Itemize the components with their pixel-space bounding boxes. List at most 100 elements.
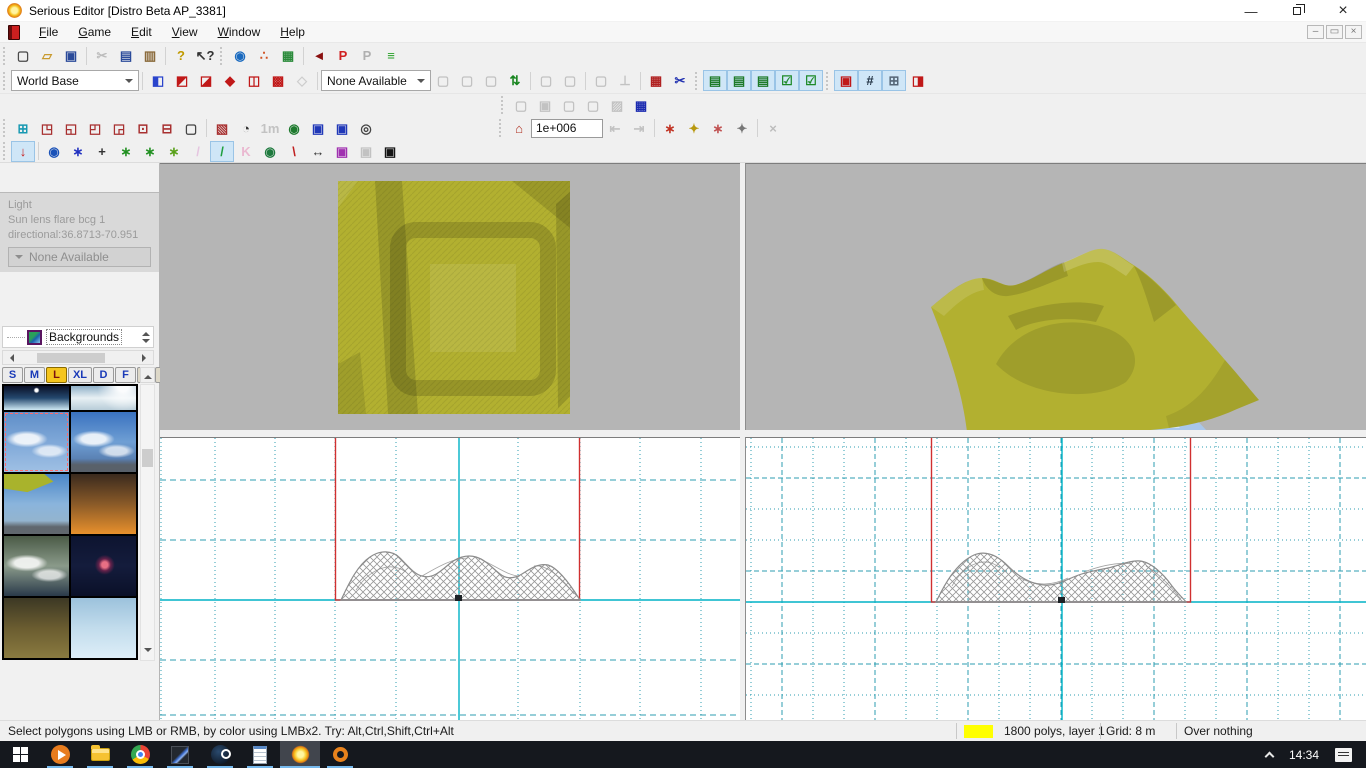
thumbnail-sky-sunset-orange[interactable] xyxy=(71,474,136,534)
thumbnail-sky-dusk-olive[interactable] xyxy=(4,598,69,658)
size-button-m[interactable]: M xyxy=(24,367,45,383)
far-clip-distance-field[interactable]: 1e+006 xyxy=(531,118,603,138)
copy-mapping-button[interactable]: ▢ xyxy=(534,70,558,91)
size-button-l[interactable]: L xyxy=(46,367,67,383)
taskbar-icon-serious-editor[interactable] xyxy=(280,741,320,768)
close-button[interactable]: × xyxy=(1320,0,1366,22)
paste-shadows-button[interactable]: ▣ xyxy=(533,95,557,116)
csg-add-reverse-button[interactable]: ◪ xyxy=(194,70,218,91)
spawn-effect-2-button[interactable]: ✦ xyxy=(682,118,706,139)
world-backdrop-button[interactable]: ▦ xyxy=(276,45,300,66)
spawn-effect-1-button[interactable]: ∗ xyxy=(658,118,682,139)
browser-horizontal-scrollbar[interactable] xyxy=(2,350,154,365)
copy-shadows-button[interactable]: ▢ xyxy=(509,95,533,116)
new-world-button[interactable]: ▢ xyxy=(11,45,35,66)
deselect-all-button[interactable]: ∗ xyxy=(66,141,90,162)
calc-shadows-button[interactable]: ▢ xyxy=(557,95,581,116)
anchor-entities-button[interactable]: + xyxy=(90,141,114,162)
viewport-splitter-horizontal[interactable] xyxy=(160,430,1366,437)
drop-to-floor-button[interactable]: ↓ xyxy=(11,140,35,162)
edit-shadows-button[interactable]: ▨ xyxy=(605,95,629,116)
add-vertex-up-button[interactable]: ◳ xyxy=(35,118,59,139)
selection-combo[interactable]: None Available xyxy=(8,247,151,267)
thumbnail-sky-blue-clouds[interactable] xyxy=(71,412,136,472)
add-vertex-down-button[interactable]: ◱ xyxy=(59,118,83,139)
texture-combo[interactable]: None Available xyxy=(321,70,431,91)
link-mode-off-button[interactable]: / xyxy=(186,141,210,162)
mdi-restore-button[interactable]: ▭ xyxy=(1326,25,1343,39)
restore-button[interactable] xyxy=(1274,0,1320,22)
scroll-right-icon[interactable] xyxy=(142,353,150,362)
far-clip-marker-button[interactable]: ⌂ xyxy=(507,118,531,139)
mdi-minimize-button[interactable]: – xyxy=(1307,25,1324,39)
toolbar-grip[interactable] xyxy=(3,142,6,160)
world-grid-button[interactable]: ⊞ xyxy=(11,118,35,139)
size-button-d[interactable]: D xyxy=(93,367,114,383)
box-select-purple-button[interactable]: ▣ xyxy=(330,141,354,162)
snapshot-camera-button[interactable]: ◉ xyxy=(282,118,306,139)
corner-brush-button[interactable]: ⊟ xyxy=(155,118,179,139)
size-button-f[interactable]: F xyxy=(115,367,136,383)
drop-primitive-button[interactable]: ◧ xyxy=(146,70,170,91)
auto-apply-on-button[interactable]: ☑ xyxy=(775,70,799,91)
toolbar-grip[interactable] xyxy=(826,71,829,90)
sector-mode-button[interactable]: ▣ xyxy=(834,70,858,91)
tree-item-backgrounds[interactable]: Backgrounds xyxy=(46,329,123,345)
context-help-button[interactable]: ↖? xyxy=(193,45,217,66)
taskbar-icon-media-player[interactable] xyxy=(40,741,80,768)
viewport-front-view[interactable] xyxy=(160,437,740,720)
block-mode-button[interactable]: ◨ xyxy=(906,70,930,91)
vertical-scroll-thumb[interactable] xyxy=(142,449,153,467)
show-layer-3-button[interactable]: ▤ xyxy=(751,70,775,91)
mdi-close-button[interactable]: × xyxy=(1345,25,1362,39)
menu-file[interactable]: File xyxy=(29,23,68,41)
spawn-effect-3-button[interactable]: ∗ xyxy=(706,118,730,139)
view-selection-button[interactable]: ◉ xyxy=(42,141,66,162)
view-entity-button[interactable]: ◉ xyxy=(258,141,282,162)
horizontal-scroll-thumb[interactable] xyxy=(37,353,105,363)
paste-mapping-button[interactable]: ▢ xyxy=(558,70,582,91)
script-list-button[interactable]: ≡ xyxy=(379,45,403,66)
link-mode-on-button[interactable]: / xyxy=(210,140,234,162)
tree-scroll-up-icon[interactable] xyxy=(142,328,150,336)
menu-view[interactable]: View xyxy=(162,23,208,41)
measure-1m-button[interactable]: 1m xyxy=(258,118,282,139)
csg-add-button[interactable]: ◩ xyxy=(170,70,194,91)
time-walk-button[interactable]: ◔ xyxy=(234,118,258,139)
texture-mode-2-button[interactable]: ▢ xyxy=(479,70,503,91)
toolbar-grip[interactable] xyxy=(695,71,698,90)
tree-scroll-down-icon[interactable] xyxy=(142,338,150,347)
taskbar-icon-file-explorer[interactable] xyxy=(80,741,120,768)
primitive-combo[interactable]: World Base xyxy=(11,70,139,91)
show-layer-1-button[interactable]: ▤ xyxy=(703,70,727,91)
csg-split-sectors-button[interactable]: ◫ xyxy=(242,70,266,91)
auto-apply-all-button[interactable]: ☑ xyxy=(799,70,823,91)
open-world-button[interactable]: ▱ xyxy=(35,45,59,66)
clip-prev-button[interactable]: ⇤ xyxy=(603,118,627,139)
shadow-display-button[interactable]: ▦ xyxy=(629,95,653,116)
scroll-left-icon[interactable] xyxy=(6,353,14,362)
active-color-swatch[interactable] xyxy=(964,725,993,738)
paste-button[interactable]: ▥ xyxy=(138,45,162,66)
world-settings-button[interactable]: ◉ xyxy=(228,45,252,66)
insert-left-button[interactable]: ◰ xyxy=(83,118,107,139)
grid-toggle-button[interactable]: ⊞ xyxy=(882,70,906,91)
plain-brush-button[interactable]: ▢ xyxy=(179,118,203,139)
select-by-name-button[interactable]: ∗ xyxy=(138,141,162,162)
texture-mode-1-button[interactable]: ▢ xyxy=(455,70,479,91)
physics-off-button[interactable]: P xyxy=(355,45,379,66)
show-layer-2-button[interactable]: ▤ xyxy=(727,70,751,91)
thumbnail-sky-green-overlay[interactable] xyxy=(4,474,69,534)
select-by-class-button[interactable]: ∗ xyxy=(114,141,138,162)
toolbar-grip[interactable] xyxy=(501,96,504,114)
calc-selected-shadows-button[interactable]: ▢ xyxy=(581,95,605,116)
toolbar-grip[interactable] xyxy=(220,46,223,65)
checkered-texture-button[interactable]: ▦ xyxy=(644,70,668,91)
render-preview-button[interactable]: ▧ xyxy=(210,118,234,139)
menu-window[interactable]: Window xyxy=(208,23,271,41)
menu-help[interactable]: Help xyxy=(270,23,315,41)
mirror-horizontal-button[interactable]: ↔ xyxy=(306,141,330,162)
toolbar-grip[interactable] xyxy=(3,71,6,90)
spawn-effect-4-button[interactable]: ✦ xyxy=(730,118,754,139)
sound-toggle-button[interactable]: ◄ xyxy=(307,45,331,66)
